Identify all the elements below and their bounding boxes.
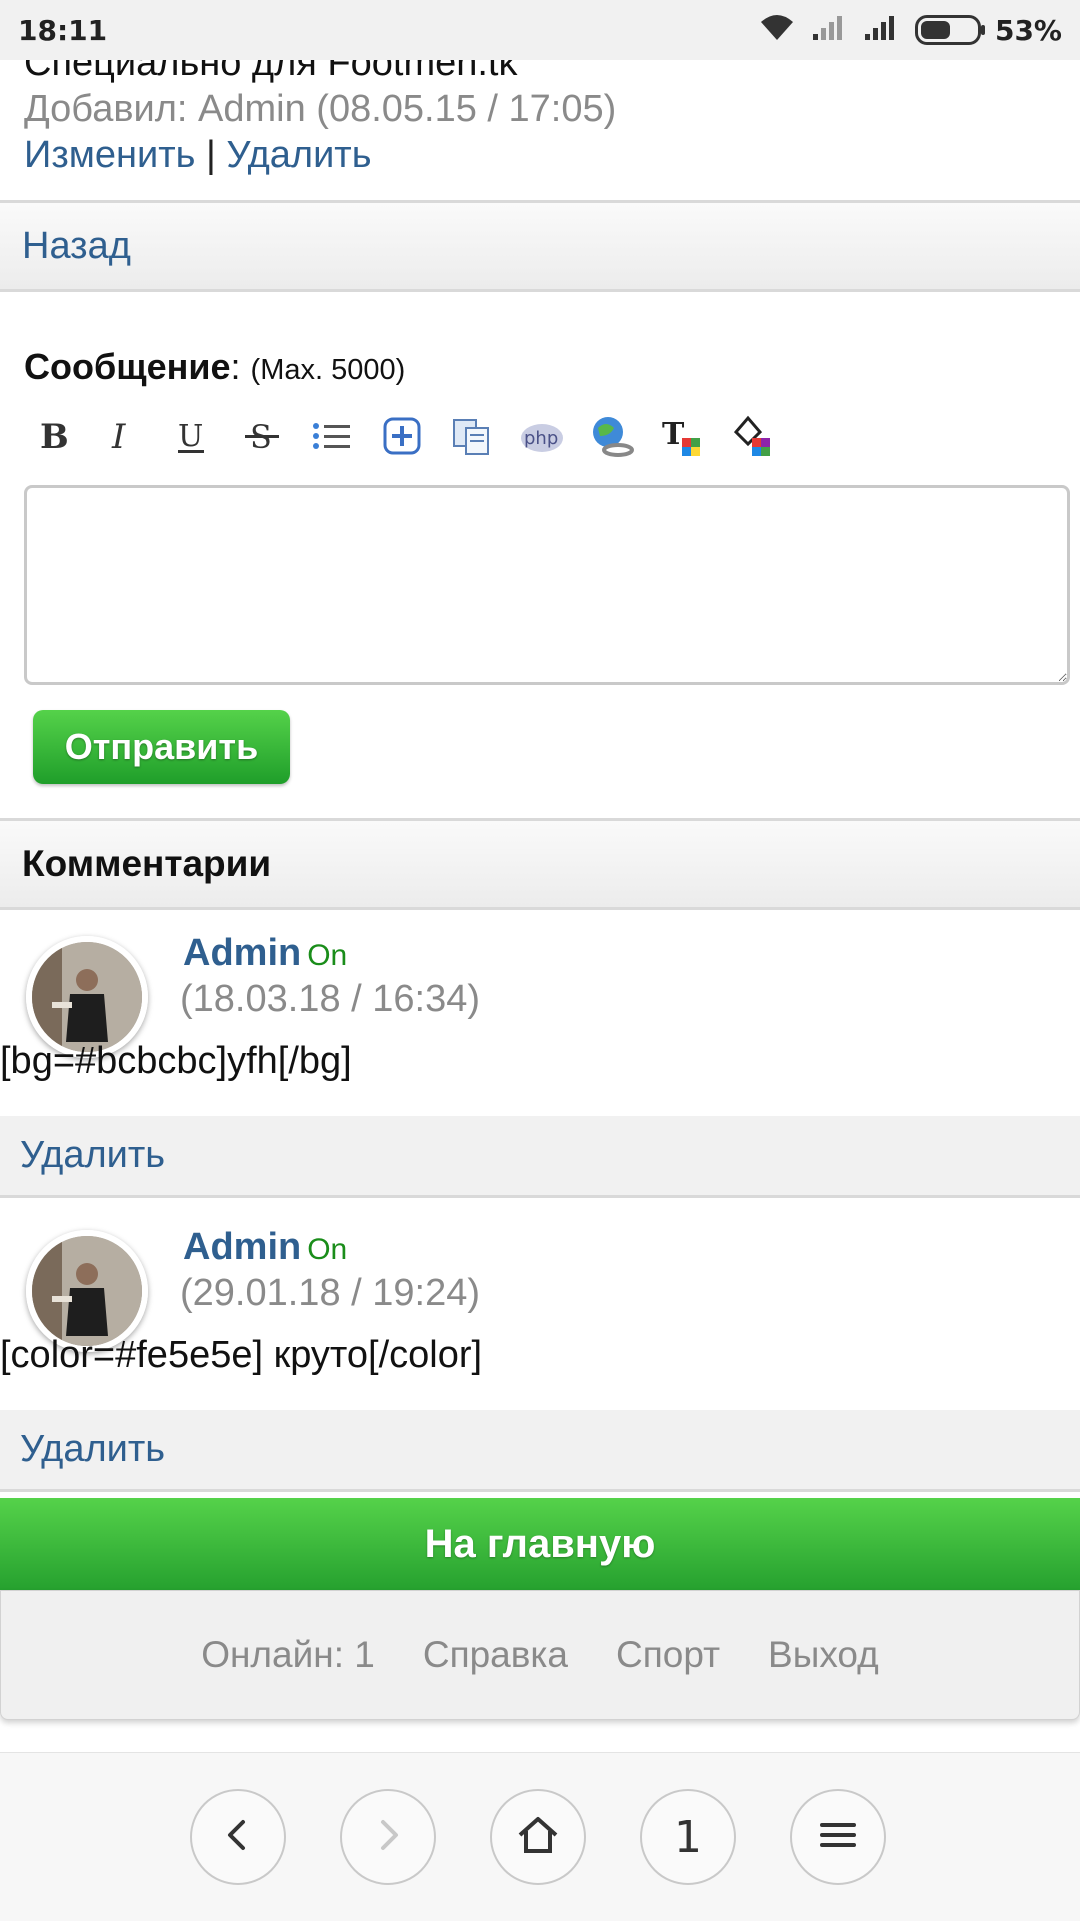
comments-header: Комментарии <box>0 818 1080 910</box>
hamburger-menu-icon <box>818 1819 858 1856</box>
online-status: On <box>307 939 348 972</box>
comment-actions: Удалить <box>0 1116 1080 1198</box>
edit-link[interactable]: Изменить <box>24 134 195 176</box>
battery-percent: 53% <box>994 13 1062 47</box>
send-button[interactable]: Отправить <box>33 710 290 784</box>
post-header: Специально для Footmen.tk Добавил: Admin… <box>0 60 1080 200</box>
home-button[interactable]: На главную <box>0 1498 1080 1590</box>
post-actions: Изменить | Удалить <box>24 134 372 177</box>
back-link[interactable]: Назад <box>22 225 131 268</box>
message-label: Сообщение: (Max. 5000) <box>24 346 405 388</box>
svg-text:T: T <box>662 417 685 452</box>
text-color-icon[interactable]: T <box>658 412 706 460</box>
delete-comment-link[interactable]: Удалить <box>20 1428 165 1471</box>
comment-item: Admin On (18.03.18 / 16:34) [bg=#bcbcbc]y… <box>0 910 1080 1204</box>
separator: | <box>205 134 216 176</box>
tabs-button[interactable]: 1 <box>640 1789 736 1885</box>
comment-item: Admin On (29.01.18 / 19:24) [color=#fe5e5… <box>0 1204 1080 1498</box>
max-length-hint: (Max. 5000) <box>250 354 406 386</box>
signal-icon <box>863 12 901 49</box>
message-form: Сообщение: (Max. 5000) B I U S php T Отп… <box>0 292 1080 818</box>
comment-author: Admin On <box>183 932 347 975</box>
svg-text:php: php <box>524 428 558 449</box>
tab-count: 1 <box>674 1811 702 1863</box>
background-color-icon[interactable] <box>728 412 776 460</box>
comment-author: Admin On <box>183 1226 347 1269</box>
svg-text:I: I <box>111 417 126 456</box>
bbcode-toolbar: B I U S php T <box>28 412 776 460</box>
link-icon[interactable] <box>588 412 636 460</box>
chevron-left-icon <box>220 1817 256 1858</box>
list-icon[interactable] <box>308 412 356 460</box>
back-bar: Назад <box>0 200 1080 292</box>
delete-comment-link[interactable]: Удалить <box>20 1134 165 1177</box>
chevron-right-icon <box>370 1817 406 1858</box>
author-link[interactable]: Admin <box>183 1226 301 1268</box>
footer-sport[interactable]: Спорт <box>616 1634 720 1676</box>
comment-date: (29.01.18 / 19:24) <box>180 1272 480 1314</box>
back-button[interactable] <box>190 1789 286 1885</box>
author-link[interactable]: Admin <box>183 932 301 974</box>
bold-icon[interactable]: B <box>28 412 76 460</box>
status-time: 18:11 <box>18 13 108 47</box>
label-colon: : <box>230 346 241 387</box>
svg-text:B: B <box>40 417 69 456</box>
status-bar: 18:11 53% <box>0 0 1080 60</box>
italic-icon[interactable]: I <box>98 412 146 460</box>
menu-button[interactable] <box>790 1789 886 1885</box>
comment-actions: Удалить <box>0 1410 1080 1492</box>
footer-help[interactable]: Справка <box>423 1634 568 1676</box>
footer-logout[interactable]: Выход <box>768 1634 879 1676</box>
php-icon[interactable]: php <box>518 412 566 460</box>
post-title: Специально для Footmen.tk <box>24 60 518 84</box>
underline-icon[interactable]: U <box>168 412 216 460</box>
browser-nav-bar: 1 <box>0 1752 1080 1921</box>
signal-icon <box>811 12 849 49</box>
forward-button[interactable] <box>340 1789 436 1885</box>
strikethrough-icon[interactable]: S <box>238 412 286 460</box>
message-textarea[interactable] <box>24 485 1070 685</box>
home-icon <box>516 1815 560 1860</box>
message-label-text: Сообщение <box>24 346 231 387</box>
copy-icon[interactable] <box>448 412 496 460</box>
delete-post-link[interactable]: Удалить <box>226 134 371 176</box>
footer: Онлайн: 1 Справка Спорт Выход <box>0 1590 1080 1720</box>
footer-online[interactable]: Онлайн: 1 <box>201 1634 375 1676</box>
page-content: Специально для Footmen.tk Добавил: Admin… <box>0 60 1080 1498</box>
home-nav-button[interactable] <box>490 1789 586 1885</box>
spoiler-icon[interactable] <box>378 412 426 460</box>
comment-text: [bg=#bcbcbc]yfh[/bg] <box>0 1040 352 1082</box>
post-meta: Добавил: Admin (08.05.15 / 17:05) <box>24 88 617 130</box>
comment-text: [color=#fe5e5e] круто[/color] <box>0 1334 483 1376</box>
svg-text:U: U <box>178 419 203 454</box>
battery-icon <box>914 15 985 45</box>
online-status: On <box>307 1233 348 1266</box>
comment-date: (18.03.18 / 16:34) <box>180 978 480 1020</box>
wifi-icon <box>757 12 797 49</box>
